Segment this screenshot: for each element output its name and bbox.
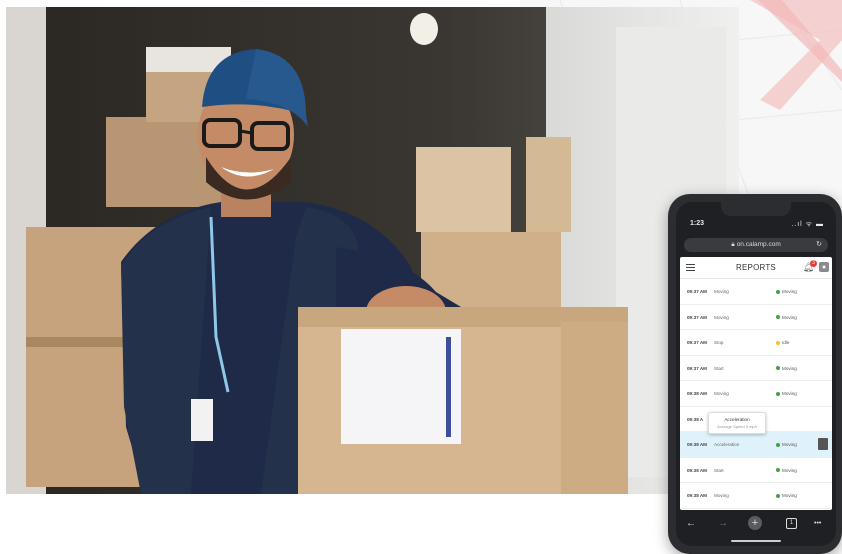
url-text: on.calamp.com bbox=[736, 241, 781, 248]
notification-badge: 3 bbox=[810, 260, 817, 267]
app-header: REPORTS 🔔︎ 3 ▣ bbox=[680, 257, 832, 279]
row-event: Moving bbox=[714, 314, 729, 320]
row-time: 09:37 AM bbox=[687, 289, 707, 294]
list-item[interactable]: 09:38 AM Moving Moving bbox=[680, 381, 832, 407]
status-dot-icon bbox=[776, 442, 780, 447]
report-list: 09:37 AM Moving Moving 09:37 AM Moving M… bbox=[680, 279, 832, 509]
row-status: Moving bbox=[776, 289, 797, 294]
status-dot-icon bbox=[776, 391, 780, 396]
row-status: Idle bbox=[776, 340, 789, 345]
row-event: Moving bbox=[714, 289, 729, 294]
more-icon[interactable]: ••• bbox=[814, 520, 821, 527]
lock-icon: 🔒︎ bbox=[731, 241, 735, 248]
row-time: 09:37 AM bbox=[687, 314, 707, 320]
row-time: 09:38 A bbox=[687, 416, 704, 422]
phone-mockup: 1:23 ..ıl ᯤ ▬ 🔒︎ on.calamp.com ↻ REPORTS … bbox=[668, 194, 842, 554]
list-item-selected[interactable]: 09:38 AM Acceleration Moving bbox=[680, 432, 832, 458]
reload-icon[interactable]: ↻ bbox=[816, 238, 822, 252]
back-arrow-icon[interactable]: ← bbox=[686, 518, 696, 529]
row-time: 09:38 AM bbox=[687, 493, 707, 498]
delivery-man-photo bbox=[6, 7, 739, 494]
row-time: 09:38 AM bbox=[687, 467, 707, 473]
row-time: 09:37 AM bbox=[687, 365, 707, 371]
row-time: 09:38 AM bbox=[687, 442, 707, 447]
new-tab-icon[interactable]: + bbox=[748, 516, 762, 530]
browser-url-bar[interactable]: 🔒︎ on.calamp.com ↻ bbox=[684, 238, 828, 252]
list-item[interactable]: 09:38 AM Start Moving bbox=[680, 458, 832, 483]
status-dot-icon bbox=[776, 468, 780, 473]
tooltip-title: Acceleration bbox=[724, 417, 750, 422]
home-indicator bbox=[731, 540, 781, 542]
phone-screen: 1:23 ..ıl ᯤ ▬ 🔒︎ on.calamp.com ↻ REPORTS … bbox=[676, 202, 836, 546]
row-event: Stop bbox=[714, 340, 724, 345]
list-item[interactable]: 09:38 AM Moving Moving bbox=[680, 483, 832, 509]
row-status: Moving bbox=[776, 442, 797, 447]
status-dot-icon bbox=[776, 315, 780, 320]
avatar[interactable]: ▣ bbox=[819, 262, 829, 272]
row-event: Start bbox=[714, 365, 724, 371]
status-bar: 1:23 ..ıl ᯤ ▬ bbox=[676, 212, 836, 230]
list-item[interactable]: 09:37 AM Moving Moving bbox=[680, 279, 832, 305]
row-time: 09:38 AM bbox=[687, 391, 707, 396]
signal-battery-icon: ..ıl ᯤ ▬ bbox=[791, 221, 824, 228]
row-status: Moving bbox=[776, 315, 797, 320]
status-dot-icon bbox=[776, 340, 780, 345]
row-status: Moving bbox=[776, 366, 797, 371]
list-item[interactable]: 09:37 AM Moving Moving bbox=[680, 305, 832, 330]
row-event: Acceleration bbox=[714, 442, 740, 447]
browser-toolbar: ← → + 1 ••• bbox=[676, 510, 836, 546]
forward-arrow-icon[interactable]: → bbox=[718, 518, 728, 529]
event-tooltip: Acceleration Average Speed 0 mph bbox=[708, 412, 766, 434]
marketing-hero: 1:23 ..ıl ᯤ ▬ 🔒︎ on.calamp.com ↻ REPORTS … bbox=[0, 0, 842, 554]
tooltip-subtitle: Average Speed 0 mph bbox=[717, 424, 757, 429]
row-event: Moving bbox=[714, 391, 729, 396]
status-time: 1:23 bbox=[690, 220, 705, 227]
thumbnail-icon[interactable] bbox=[818, 438, 828, 450]
row-status: Moving bbox=[776, 468, 797, 473]
status-dot-icon bbox=[776, 366, 780, 371]
row-time: 09:37 AM bbox=[687, 340, 707, 345]
row-event: Start bbox=[714, 467, 724, 473]
tabs-icon[interactable]: 1 bbox=[786, 518, 797, 529]
status-dot-icon bbox=[776, 493, 780, 498]
row-event: Moving bbox=[714, 493, 729, 498]
row-status: Moving bbox=[776, 391, 797, 396]
reports-app: REPORTS 🔔︎ 3 ▣ 09:37 AM Moving Moving 09… bbox=[680, 257, 832, 510]
list-item[interactable]: 09:37 AM Start Moving bbox=[680, 356, 832, 381]
row-status: Moving bbox=[776, 493, 797, 498]
list-item[interactable]: 09:37 AM Stop Idle bbox=[680, 330, 832, 356]
status-dot-icon bbox=[776, 289, 780, 294]
